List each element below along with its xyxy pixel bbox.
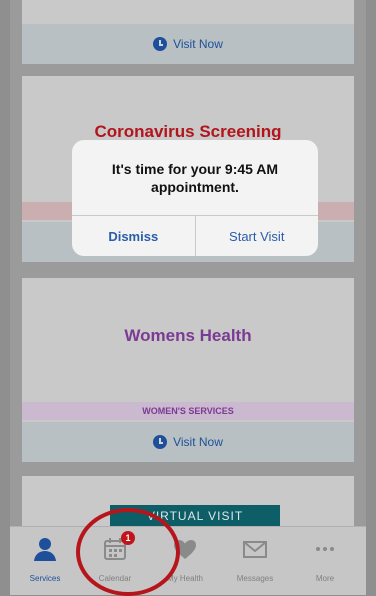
person-icon bbox=[31, 535, 59, 563]
visit-now-label: Visit Now bbox=[173, 435, 223, 449]
card-title: Womens Health bbox=[124, 326, 252, 345]
envelope-icon bbox=[241, 535, 269, 563]
tab-label: Messages bbox=[236, 574, 274, 583]
visit-now-label: Visit Now bbox=[173, 37, 223, 51]
tab-label: More bbox=[315, 574, 335, 583]
tab-messages[interactable]: Messages bbox=[222, 533, 288, 589]
card-title: Coronavirus Screening bbox=[94, 122, 282, 141]
highlight-circle bbox=[76, 508, 180, 596]
tab-label: Services bbox=[29, 574, 61, 583]
clock-icon bbox=[153, 37, 168, 51]
tab-services[interactable]: Services bbox=[12, 533, 78, 589]
tab-more[interactable]: More bbox=[292, 533, 358, 589]
service-card-womens[interactable]: Womens Health WOMEN'S SERVICES Visit Now bbox=[22, 278, 354, 462]
visit-now-strip[interactable]: Visit Now bbox=[22, 422, 354, 462]
alert-actions: Dismiss Start Visit bbox=[72, 215, 318, 256]
more-icon bbox=[311, 535, 339, 563]
appointment-alert: It's time for your 9:45 AM appointment. … bbox=[72, 140, 318, 256]
service-card-top: Visit Now bbox=[22, 0, 354, 64]
tab-bar: Services 1 Calendar My Health Messages M… bbox=[10, 526, 366, 595]
alert-message: It's time for your 9:45 AM appointment. bbox=[111, 161, 279, 195]
visit-now-strip[interactable]: Visit Now bbox=[22, 24, 354, 64]
dismiss-button[interactable]: Dismiss bbox=[72, 216, 196, 256]
clock-icon bbox=[153, 435, 168, 449]
service-band: WOMEN'S SERVICES bbox=[22, 402, 354, 420]
start-visit-button[interactable]: Start Visit bbox=[196, 216, 319, 256]
